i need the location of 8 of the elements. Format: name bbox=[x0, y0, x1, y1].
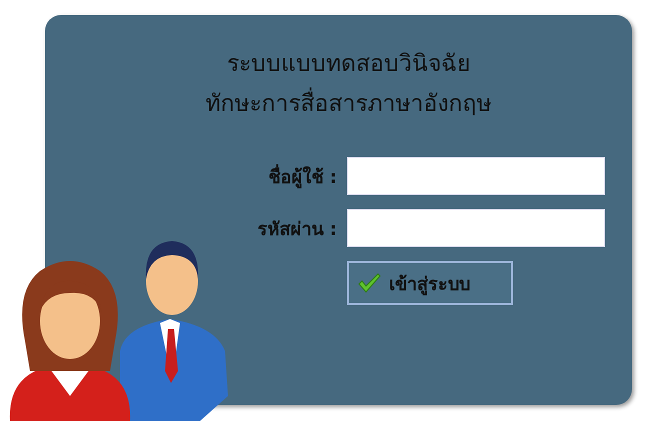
field-label: ชื่อผู้ใช้ : bbox=[187, 162, 337, 190]
system-title: ทักษะการสื่อสารภาษาอังกฤษ bbox=[206, 87, 492, 121]
check-icon bbox=[357, 273, 381, 293]
system-title: ระบบแบบทดสอบวินิจฉัย bbox=[227, 50, 470, 79]
input-field[interactable] bbox=[347, 157, 605, 195]
input-field[interactable] bbox=[347, 209, 605, 247]
login-button[interactable]: เข้าสู่ระบบ bbox=[347, 261, 513, 305]
field-label: รหัสผ่าน : bbox=[256, 218, 337, 242]
